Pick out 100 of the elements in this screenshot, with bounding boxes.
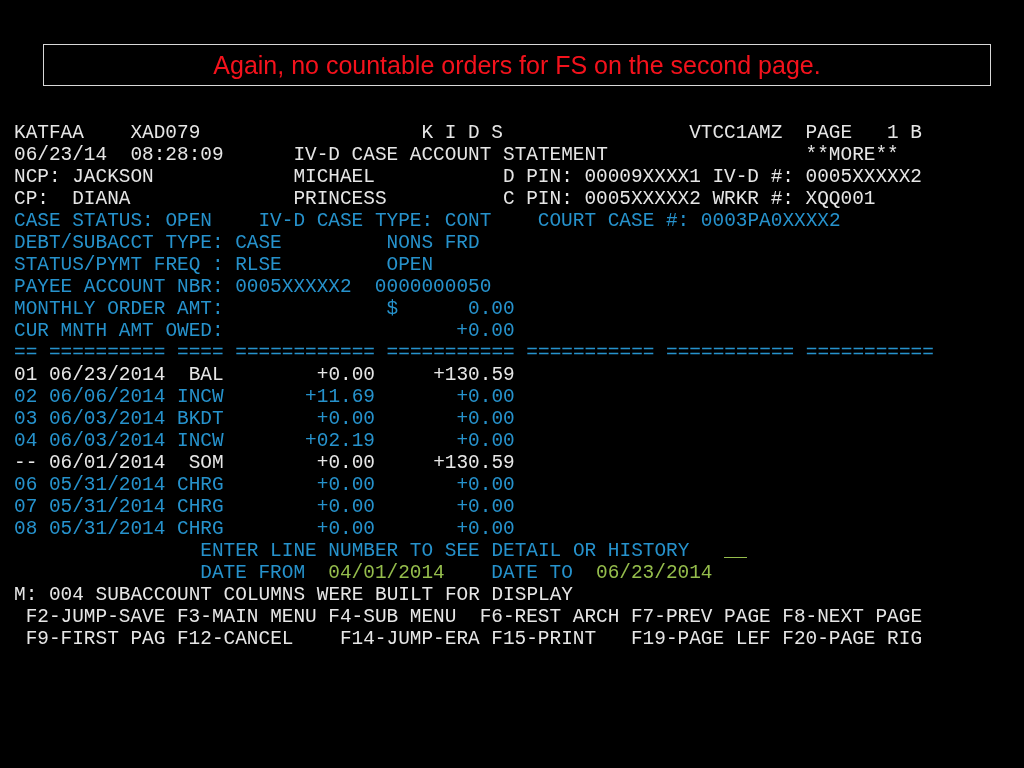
screen-text: $ (386, 298, 399, 320)
screen-text: DATE TO (491, 562, 573, 584)
callout-note: Again, no countable orders for FS on the second page. (43, 44, 991, 86)
ledger-cell: BKDT (177, 408, 224, 430)
column-rule: ============ (235, 342, 375, 364)
column-rule: == (14, 342, 38, 364)
screen-text: F3-MAIN MENU (176, 606, 317, 628)
column-rule: =========== (666, 342, 795, 364)
screen-text: DIANA (72, 188, 131, 210)
screen-text: 0005XXXXX2 (235, 276, 352, 298)
screen-text: **MORE** (805, 144, 899, 166)
ledger-cell: +0.00 (456, 474, 515, 496)
ledger-cell: +0.00 (316, 408, 375, 430)
screen-text: F12-CANCEL (176, 628, 294, 650)
screen-text: PAYEE ACCOUNT NBR: (14, 276, 224, 298)
ledger-cell: +11.69 (305, 386, 375, 408)
screen-text: DEBT/SUBACCT TYPE: (14, 232, 224, 254)
screen-text: CUR MNTH AMT OWED: (14, 320, 224, 342)
ledger-cell: 05/31/2014 (48, 474, 166, 496)
screen-text: 0000000050 (374, 276, 492, 298)
screen-text: F19-PAGE LEF (630, 628, 771, 650)
screen-text: NCP: (14, 166, 61, 188)
ledger-cell: +0.00 (316, 518, 375, 540)
ledger-cell: -- (14, 452, 38, 474)
screen-text: PAGE (805, 122, 853, 144)
ledger-cell: 06/03/2014 (48, 430, 166, 452)
ledger-cell: CHRG (177, 474, 224, 496)
ledger-cell: +0.00 (456, 386, 515, 408)
screen-text: MONTHLY ORDER AMT: (14, 298, 224, 320)
screen-text: CASE STATUS: OPEN (14, 210, 212, 232)
screen-text: ENTER LINE NUMBER TO SEE DETAIL OR HISTORY (200, 540, 690, 562)
ledger-cell: +0.00 (456, 496, 515, 518)
screen-text: 00009XXXX1 (584, 166, 701, 188)
ledger-cell: 06/06/2014 (48, 386, 166, 408)
screen-text: F8-NEXT PAGE (782, 606, 923, 628)
screen-text: WRKR #: (712, 188, 794, 210)
screen-text: IV-D #: (712, 166, 794, 188)
ledger-cell: +0.00 (456, 430, 515, 452)
ledger-cell: 07 (14, 496, 38, 518)
column-rule: ==== (177, 342, 224, 364)
screen-text: CP: (14, 188, 49, 210)
ledger-cell: +130.59 (433, 364, 515, 386)
ledger-cell: SOM (188, 452, 224, 474)
ledger-cell: 05/31/2014 (48, 518, 166, 540)
screen-text: VTCC1AMZ (689, 122, 783, 144)
column-rule: =========== (526, 342, 655, 364)
ledger-cell: +130.59 (433, 452, 515, 474)
screen-text: 06/23/14 (14, 144, 108, 166)
screen-text: NONS FRD (386, 232, 480, 254)
ledger-cell: CHRG (177, 496, 224, 518)
screen-text: KATFAA (14, 122, 84, 144)
screen-text: OPEN (386, 254, 434, 276)
screen-text: 1 B (887, 122, 922, 144)
ledger-cell: BAL (188, 364, 224, 386)
ledger-cell: 06/01/2014 (48, 452, 166, 474)
ledger-cell: CHRG (177, 518, 224, 540)
screen-text: XAD079 (130, 122, 201, 144)
column-rule: ========== (48, 342, 166, 364)
ledger-cell: 03 (14, 408, 38, 430)
screen-text: +0.00 (456, 320, 515, 342)
input-field[interactable]: 04/01/2014 (328, 562, 445, 584)
ledger-cell: 05/31/2014 (48, 496, 166, 518)
screen-text: JACKSON (72, 166, 154, 188)
screen-text: F4-SUB MENU (328, 606, 457, 628)
ledger-cell: 01 (14, 364, 38, 386)
screen-text: PRINCESS (293, 188, 387, 210)
ledger-cell: 06 (14, 474, 38, 496)
screen-text: F20-PAGE RIG (782, 628, 923, 650)
column-rule: =========== (805, 342, 934, 364)
screen-text: F15-PRINT (491, 628, 597, 650)
ledger-cell: +0.00 (316, 364, 375, 386)
ledger-cell: 08 (14, 518, 38, 540)
screen-text: 0005XXXXX2 (584, 188, 701, 210)
screen-text: RLSE (235, 254, 282, 276)
screen-text: 08:28:09 (130, 144, 224, 166)
screen-text: F9-FIRST PAG (25, 628, 166, 650)
column-rule: =========== (386, 342, 515, 364)
screen-text: F2-JUMP-SAVE (25, 606, 166, 628)
screen-text: F14-JUMP-ERA (339, 628, 480, 650)
ledger-cell: +0.00 (316, 496, 375, 518)
ledger-cell: +0.00 (316, 452, 375, 474)
screen-text: STATUS/PYMT FREQ : (14, 254, 224, 276)
screen-text: 0005XXXXX2 (805, 166, 923, 188)
input-field[interactable]: 06/23/2014 (596, 562, 713, 584)
screen-text: XQQ001 (805, 188, 876, 210)
screen-text: F6-REST ARCH (479, 606, 620, 628)
screen-text: MICHAEL (293, 166, 375, 188)
screen-text: 0.00 (468, 298, 515, 320)
screen-text: F7-PREV PAGE (630, 606, 771, 628)
ledger-cell: +0.00 (456, 518, 515, 540)
screen-text: COURT CASE #: 0003PA0XXXX2 (537, 210, 841, 232)
ledger-cell: +02.19 (305, 430, 375, 452)
screen-text: K I D S (421, 122, 503, 144)
ledger-cell: 04 (14, 430, 38, 452)
ledger-cell: INCW (177, 386, 224, 408)
screen-text: C PIN: (502, 188, 573, 210)
screen-text: DATE FROM (200, 562, 306, 584)
screen-text: CASE (235, 232, 282, 254)
ledger-cell: 06/03/2014 (48, 408, 166, 430)
screen-text: M: 004 SUBACCOUNT COLUMNS WERE BUILT FOR DISPLAY (14, 584, 573, 606)
